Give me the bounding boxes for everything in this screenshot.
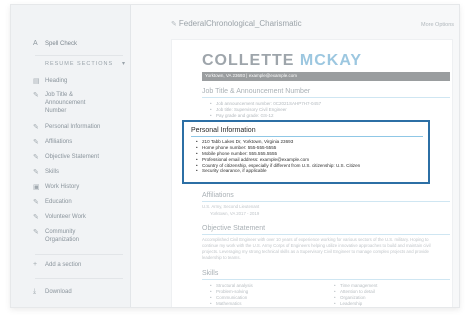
section-title-affiliations: Affiliations [202, 192, 234, 199]
affiliation-line: Yorktown, VA 2017 - 2019 [210, 211, 260, 216]
sidebar-item-community-organization-line2[interactable]: Organization [45, 237, 79, 243]
sidebar-item-label: Heading [45, 78, 68, 84]
document-icon: ▤ [33, 78, 40, 85]
sidebar-item-label: Number [45, 108, 67, 114]
briefcase-icon: ▣ [33, 184, 40, 191]
sidebar-item-job-title-line2[interactable]: Announcement [45, 100, 85, 106]
spell-check-button[interactable]: A Spell Check [33, 40, 78, 47]
section-title-personal-information: Personal Information [191, 127, 256, 134]
pencil-icon: ✎ [33, 199, 39, 206]
download-icon: ⤓ [33, 288, 37, 295]
sidebar-item-skills[interactable]: ✎ Skills [33, 169, 60, 176]
personal-information-list: 210 Tabb Lakes Dr, Yorktown, Virginia 23… [196, 139, 360, 174]
download-label: Download [45, 289, 72, 295]
last-name: MCKAY [299, 52, 363, 69]
sidebar-item-community-organization[interactable]: ✎ Community [33, 229, 76, 236]
section-divider [191, 136, 423, 137]
sidebar-item-affiliations[interactable]: ✎ Affiliations [33, 139, 73, 146]
resume-name: COLLETTE MCKAY [202, 52, 362, 70]
sidebar-item-label: Community [45, 229, 76, 235]
document-title-text: FederalChronological_Charismatic [178, 19, 302, 28]
contact-text: Yorktown, VA 23693 | example@example.com [205, 73, 298, 78]
plus-icon: + [33, 261, 38, 268]
pencil-icon: ✎ [33, 169, 39, 176]
sidebar-item-heading[interactable]: ▤ Heading [33, 78, 68, 85]
spell-check-label: Spell Check [45, 41, 78, 47]
sidebar-item-label: Affiliations [45, 139, 73, 145]
section-divider [202, 234, 450, 235]
sidebar-item-label: Objective Statement [45, 154, 100, 160]
add-section-label: Add a section [45, 262, 82, 268]
sidebar-item-objective-statement[interactable]: ✎ Objective Statement [33, 154, 100, 161]
personal-information-section[interactable]: Personal Information 210 Tabb Lakes Dr, … [182, 120, 430, 184]
sidebar-item-label: Skills [45, 169, 60, 175]
skills-left: Structural analysis Problem-solving Comm… [210, 283, 253, 307]
section-divider [202, 279, 450, 280]
section-title-objective: Objective Statement [202, 225, 266, 232]
sidebar-item-label: Organization [45, 237, 80, 243]
pencil-icon: ✎ [33, 139, 39, 146]
contact-bar: Yorktown, VA 23693 | example@example.com [202, 72, 450, 81]
affiliation-line: U.S. Army, Second Lieutenant [202, 204, 260, 209]
pencil-icon: ✎ [33, 92, 39, 99]
job-bullets: Job announcement number: 0C2021SAHP7H7-0… [210, 101, 321, 120]
objective-text: Accomplished Civil Engineer with over 10… [202, 237, 431, 260]
download-button[interactable]: ⤓ Download [33, 288, 72, 295]
document-title[interactable]: ✎ FederalChronological_Charismatic [171, 19, 302, 28]
section-title-job: Job Title & Announcement Number [202, 88, 311, 95]
pencil-icon: ✎ [33, 214, 39, 221]
list-item: Pay grade and grade: GS-12 [210, 113, 321, 119]
list-item: Mathematics [210, 301, 253, 307]
add-section-button[interactable]: + Add a section [33, 261, 82, 268]
sidebar-item-label: Announcement [45, 100, 86, 106]
sidebar-item-education[interactable]: ✎ Education [33, 199, 72, 206]
more-options-link[interactable]: More Options [421, 22, 454, 28]
section-title-skills: Skills [202, 270, 219, 277]
sidebar-item-label: Work History [45, 184, 80, 190]
divider [35, 278, 123, 279]
sidebar-item-work-history[interactable]: ▣ Work History [33, 184, 80, 191]
sidebar-item-label: Job Title & [45, 92, 74, 98]
first-name: COLLETTE [202, 52, 295, 69]
sidebar-item-volunteer-work[interactable]: ✎ Volunteer Work [33, 214, 86, 221]
sidebar-item-job-title-line3[interactable]: Number [45, 108, 66, 114]
resume-sections-header: RESUME SECTIONS [45, 61, 114, 67]
skills-right: Time management Attention to detail Orga… [334, 283, 377, 307]
pencil-icon: ✎ [33, 154, 39, 161]
pencil-icon: ✎ [33, 229, 39, 236]
sidebar-item-label: Personal Information [45, 124, 101, 130]
sidebar-item-personal-information[interactable]: ✎ Personal Information [33, 124, 101, 131]
list-item: Leadership [334, 301, 377, 307]
section-divider [202, 97, 450, 98]
divider [35, 55, 123, 56]
sidebar-item-job-title[interactable]: ✎ Job Title & [33, 92, 74, 99]
sidebar-item-label: Volunteer Work [45, 214, 86, 220]
divider [35, 254, 123, 255]
list-item: Security clearance, if applicable [196, 168, 360, 174]
pencil-icon: ✎ [171, 21, 177, 28]
section-divider [202, 201, 450, 202]
sidebar-item-label: Education [45, 199, 72, 205]
sidebar: A Spell Check RESUME SECTIONS ▾ ▤ Headin… [11, 5, 131, 307]
chevron-down-icon[interactable]: ▾ [122, 60, 125, 67]
spell-check-icon: A [33, 40, 38, 47]
pencil-icon: ✎ [33, 124, 39, 131]
